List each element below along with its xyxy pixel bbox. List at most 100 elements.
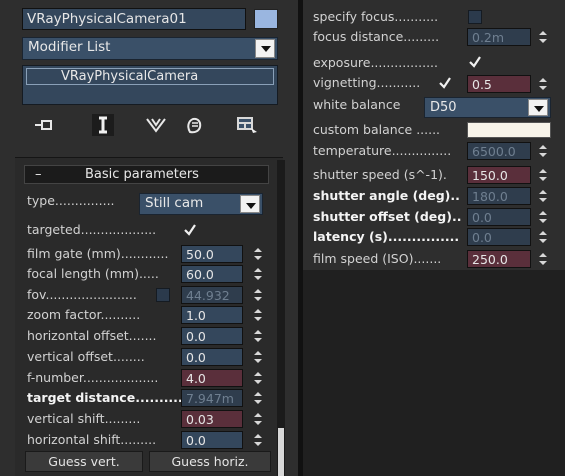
f-number-spinner[interactable] bbox=[251, 369, 265, 387]
camera-type-value: Still cam bbox=[145, 195, 204, 211]
focus-distance-field[interactable]: 0.2m bbox=[467, 28, 531, 46]
spinner-arrows-icon bbox=[254, 434, 262, 446]
horizontal-shift-field[interactable]: 0.0 bbox=[181, 431, 243, 449]
chevron-down-icon bbox=[534, 106, 544, 112]
shutter-speed-spinner[interactable] bbox=[536, 166, 550, 184]
show-end-result-icon[interactable] bbox=[92, 114, 114, 136]
target-distance-field[interactable]: 7.947m bbox=[181, 389, 243, 407]
checkmark-icon bbox=[469, 56, 481, 68]
make-unique-icon[interactable] bbox=[145, 115, 167, 135]
shutter-speed-field[interactable]: 150.0 bbox=[467, 166, 531, 184]
modifier-list-arrow-button[interactable] bbox=[255, 39, 275, 58]
object-color-swatch[interactable] bbox=[254, 9, 278, 29]
focal-length-spinner[interactable] bbox=[251, 265, 265, 283]
film-speed-field[interactable]: 250.0 bbox=[467, 250, 531, 268]
fov-spinner[interactable] bbox=[251, 286, 265, 304]
type-label: type............... bbox=[27, 193, 115, 208]
specify-focus-label: specify focus........... bbox=[313, 9, 439, 24]
spinner-arrows-icon bbox=[254, 248, 262, 260]
temperature-spinner[interactable] bbox=[536, 142, 550, 160]
fov-checkbox[interactable] bbox=[156, 288, 170, 302]
checkmark-icon bbox=[184, 224, 196, 236]
rollout-scrollbar-thumb[interactable] bbox=[278, 428, 284, 476]
vertical-offset-label: vertical offset........ bbox=[27, 349, 145, 364]
target-distance-spinner[interactable] bbox=[251, 389, 265, 407]
custom-balance-swatch[interactable] bbox=[467, 122, 551, 138]
film-gate-field[interactable]: 50.0 bbox=[181, 245, 243, 263]
zoom-factor-label: zoom factor.......... bbox=[27, 307, 141, 322]
vignetting-spinner[interactable] bbox=[536, 75, 550, 93]
object-name-field[interactable]: VRayPhysicalCamera01 bbox=[22, 8, 246, 30]
rollout-scrollbar-track[interactable] bbox=[277, 160, 285, 476]
checkmark-icon bbox=[439, 77, 451, 89]
horizontal-offset-field[interactable]: 0.0 bbox=[181, 327, 243, 345]
modifier-stack[interactable]: VRayPhysicalCamera bbox=[22, 65, 278, 105]
exposure-label: exposure................. bbox=[313, 55, 438, 70]
custom-balance-label: custom balance ...... bbox=[313, 122, 441, 137]
f-number-label: f-number................... bbox=[27, 370, 159, 385]
configure-modifier-sets-icon[interactable] bbox=[235, 115, 257, 135]
vignetting-checkbox[interactable] bbox=[438, 76, 452, 90]
chevron-down-icon bbox=[261, 46, 271, 52]
spinner-arrows-icon bbox=[254, 392, 262, 404]
modifier-list-dropdown[interactable]: Modifier List bbox=[22, 37, 278, 60]
spinner-arrows-icon bbox=[539, 169, 547, 181]
white-balance-arrow-button[interactable] bbox=[528, 99, 548, 116]
exposure-checkbox[interactable] bbox=[468, 55, 482, 69]
shutter-angle-spinner[interactable] bbox=[536, 187, 550, 205]
horizontal-shift-spinner[interactable] bbox=[251, 431, 265, 449]
focus-distance-spinner[interactable] bbox=[536, 28, 550, 46]
spinner-arrows-icon bbox=[254, 330, 262, 342]
white-balance-value: D50 bbox=[430, 100, 457, 115]
horizontal-offset-spinner[interactable] bbox=[251, 327, 265, 345]
stack-item[interactable]: VRayPhysicalCamera bbox=[26, 68, 274, 85]
film-gate-spinner[interactable] bbox=[251, 245, 265, 263]
vertical-offset-field[interactable]: 0.0 bbox=[181, 348, 243, 366]
shutter-offset-field[interactable]: 0.0 bbox=[467, 208, 531, 226]
spinner-arrows-icon bbox=[539, 231, 547, 243]
latency-field[interactable]: 0.0 bbox=[467, 228, 531, 246]
shutter-speed-label: shutter speed (s^-1). bbox=[313, 167, 447, 182]
film-speed-spinner[interactable] bbox=[536, 250, 550, 268]
focal-length-field[interactable]: 60.0 bbox=[181, 265, 243, 283]
vertical-shift-spinner[interactable] bbox=[251, 410, 265, 428]
vignetting-field[interactable]: 0.5 bbox=[467, 75, 531, 93]
temperature-label: temperature............... bbox=[313, 143, 452, 158]
shutter-angle-label: shutter angle (deg).. bbox=[313, 188, 460, 203]
fov-field[interactable]: 44.932 bbox=[181, 286, 243, 304]
spinner-arrows-icon bbox=[539, 211, 547, 223]
shutter-offset-label: shutter offset (deg).. bbox=[313, 209, 462, 224]
chevron-down-icon bbox=[246, 203, 256, 209]
rollout-header[interactable]: – Basic parameters bbox=[24, 165, 269, 184]
remove-modifier-icon[interactable] bbox=[184, 115, 206, 135]
camera-type-arrow-button[interactable] bbox=[240, 195, 260, 213]
latency-spinner[interactable] bbox=[536, 228, 550, 246]
focal-length-label: focal length (mm)..... bbox=[27, 266, 159, 281]
focus-distance-label: focus distance......... bbox=[313, 29, 440, 44]
vertical-offset-spinner[interactable] bbox=[251, 348, 265, 366]
zoom-factor-spinner[interactable] bbox=[251, 306, 265, 324]
pin-stack-icon[interactable] bbox=[33, 115, 55, 135]
spinner-arrows-icon bbox=[254, 268, 262, 280]
guess-vert-button[interactable]: Guess vert. bbox=[25, 451, 143, 472]
vertical-shift-field[interactable]: 0.03 bbox=[181, 410, 243, 428]
targeted-checkbox[interactable] bbox=[183, 223, 197, 237]
spinner-arrows-icon bbox=[254, 372, 262, 384]
film-speed-label: film speed (ISO)....... bbox=[313, 251, 442, 266]
spinner-arrows-icon bbox=[539, 190, 547, 202]
specify-focus-checkbox[interactable] bbox=[468, 10, 482, 24]
fov-label: fov....................... bbox=[27, 287, 137, 302]
spinner-arrows-icon bbox=[254, 309, 262, 321]
rollout-collapse-symbol: – bbox=[35, 167, 42, 182]
latency-label: latency (s)............... bbox=[313, 229, 460, 244]
spinner-arrows-icon bbox=[254, 289, 262, 301]
film-gate-label: film gate (mm)............ bbox=[27, 246, 169, 261]
temperature-field[interactable]: 6500.0 bbox=[467, 142, 531, 160]
guess-horiz-button[interactable]: Guess horiz. bbox=[149, 451, 271, 472]
target-distance-label: target distance.......... bbox=[27, 390, 183, 405]
horizontal-shift-label: horizontal shift......... bbox=[27, 432, 157, 447]
zoom-factor-field[interactable]: 1.0 bbox=[181, 306, 243, 324]
shutter-angle-field[interactable]: 180.0 bbox=[467, 187, 531, 205]
shutter-offset-spinner[interactable] bbox=[536, 208, 550, 226]
f-number-field[interactable]: 4.0 bbox=[181, 369, 243, 387]
